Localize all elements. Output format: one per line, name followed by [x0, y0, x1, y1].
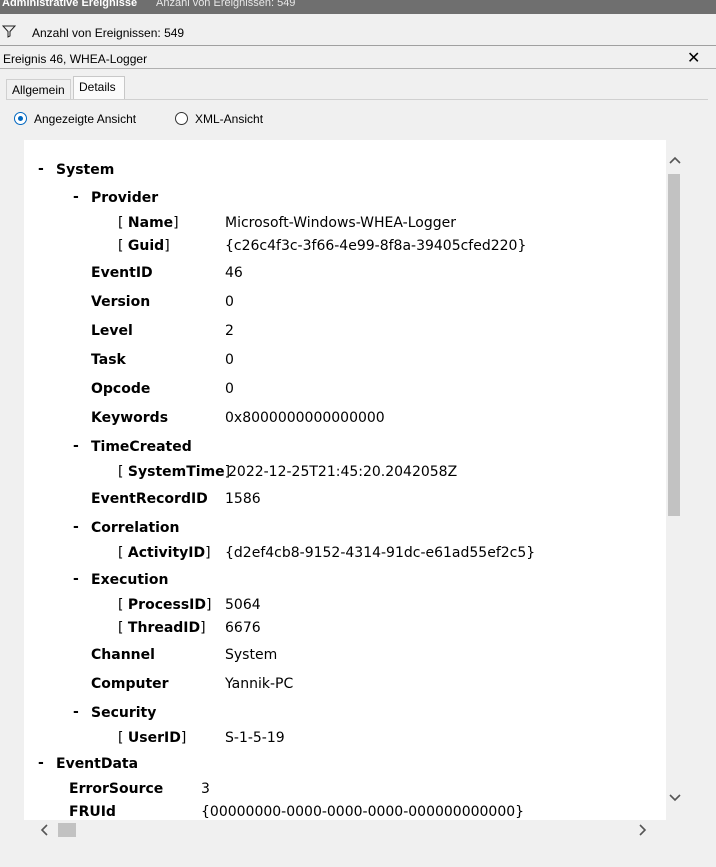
attr-guid-value: {c26c4f3c-3f66-4e99-8f8a-39405cfed220} [225, 238, 527, 254]
collapse-correlation-icon[interactable]: - [73, 519, 79, 535]
chevron-up-icon[interactable] [667, 152, 683, 168]
chevron-down-icon[interactable] [667, 790, 683, 806]
attr-processid: [ ProcessID] [118, 597, 212, 613]
field-task: Task [91, 352, 126, 368]
window-title: Administrative Ereignisse [2, 0, 138, 9]
node-correlation: Correlation [91, 520, 180, 536]
field-opcode: Opcode [91, 381, 151, 397]
filter-bar: Anzahl von Ereignissen: 549 [0, 22, 716, 44]
attr-processid-value: 5064 [225, 597, 261, 613]
divider [0, 68, 716, 69]
radio-xml-label: XML-Ansicht [195, 112, 264, 126]
field-keywords-value: 0x8000000000000000 [225, 410, 385, 426]
attr-guid-key: Guid [127, 238, 165, 254]
field-eventrecordid-value: 1586 [225, 491, 261, 507]
field-eventid-value: 46 [225, 265, 243, 281]
field-version: Version [91, 294, 151, 310]
attr-name-key: Name [127, 215, 174, 231]
attr-activityid-value: {d2ef4cb8-9152-4314-91dc-e61ad55ef2c5} [225, 545, 536, 561]
horizontal-scroll-thumb[interactable] [58, 823, 76, 837]
field-opcode-value: 0 [225, 381, 234, 397]
close-icon[interactable]: ✕ [687, 48, 700, 68]
chevron-left-icon[interactable] [36, 820, 52, 840]
attr-threadid: [ ThreadID] [118, 620, 206, 636]
collapse-execution-icon[interactable]: - [73, 571, 79, 587]
field-level-value: 2 [225, 323, 234, 339]
filter-icon[interactable] [2, 24, 16, 38]
radio-friendly-label: Angezeigte Ansicht [34, 112, 137, 126]
vertical-scrollbar[interactable] [666, 140, 684, 820]
attr-name: [ Name] [118, 215, 179, 231]
node-security: Security [91, 705, 157, 721]
node-provider: Provider [91, 190, 159, 206]
field-eventid: EventID [91, 265, 153, 281]
attr-activityid: [ ActivityID] [118, 545, 211, 561]
node-timecreated: TimeCreated [91, 439, 192, 455]
attr-processid-key: ProcessID [127, 597, 206, 613]
attr-systemtime-key: SystemTime [127, 464, 225, 480]
field-channel-value: System [225, 647, 278, 663]
field-computer: Computer [91, 676, 169, 692]
attr-threadid-key: ThreadID [127, 620, 201, 636]
node-execution: Execution [91, 572, 169, 588]
attr-systemtime-value: 2022-12-25T21:45:20.2042058Z [228, 464, 458, 480]
event-title: Ereignis 46, WHEA-Logger [3, 52, 148, 66]
field-errorsource-value: 3 [201, 781, 210, 797]
window-count: Anzahl von Ereignissen: 549 [156, 0, 296, 9]
attr-userid-key: UserID [127, 730, 181, 746]
horizontal-scrollbar[interactable] [24, 820, 684, 840]
collapse-provider-icon[interactable]: - [73, 189, 79, 205]
field-keywords: Keywords [91, 410, 169, 426]
attr-guid: [ Guid] [118, 238, 170, 254]
field-fruid: FRUId [69, 804, 116, 820]
field-fruid-value: {00000000-0000-0000-0000-000000000000} [201, 804, 525, 820]
field-computer-value: Yannik-PC [225, 676, 294, 692]
field-errorsource: ErrorSource [69, 781, 164, 797]
attr-threadid-value: 6676 [225, 620, 261, 636]
chevron-right-icon[interactable] [635, 820, 651, 840]
field-channel: Channel [91, 647, 155, 663]
node-system: System [56, 162, 115, 178]
tab-panel-border [6, 99, 708, 100]
event-details-viewer: - System - Provider [ Name] Microsoft-Wi… [24, 140, 666, 820]
collapse-timecreated-icon[interactable]: - [73, 438, 79, 454]
attr-activityid-key: ActivityID [127, 545, 206, 561]
radio-unselected-icon[interactable] [175, 112, 188, 125]
event-header: Ereignis 46, WHEA-Logger ✕ [0, 47, 716, 68]
collapse-eventdata-icon[interactable]: - [38, 755, 44, 771]
attr-userid-value: S-1-5-19 [225, 730, 285, 746]
attr-userid: [ UserID] [118, 730, 187, 746]
divider [0, 45, 716, 46]
filter-count-text: Anzahl von Ereignissen: 549 [32, 26, 185, 40]
field-level: Level [91, 323, 133, 339]
tab-allgemein[interactable]: Allgemein [6, 79, 71, 100]
collapse-security-icon[interactable]: - [73, 704, 79, 720]
attr-systemtime: [ SystemTime] [118, 464, 231, 480]
radio-selected-icon[interactable] [14, 112, 27, 125]
tab-details[interactable]: Details [73, 76, 125, 100]
vertical-scroll-thumb[interactable] [668, 174, 680, 516]
field-task-value: 0 [225, 352, 234, 368]
window-title-bar: Administrative Ereignisse Anzahl von Ere… [0, 0, 716, 14]
field-version-value: 0 [225, 294, 234, 310]
collapse-system-icon[interactable]: - [38, 161, 44, 177]
node-eventdata: EventData [56, 756, 139, 772]
field-eventrecordid: EventRecordID [91, 491, 208, 507]
attr-name-value: Microsoft-Windows-WHEA-Logger [225, 215, 456, 231]
